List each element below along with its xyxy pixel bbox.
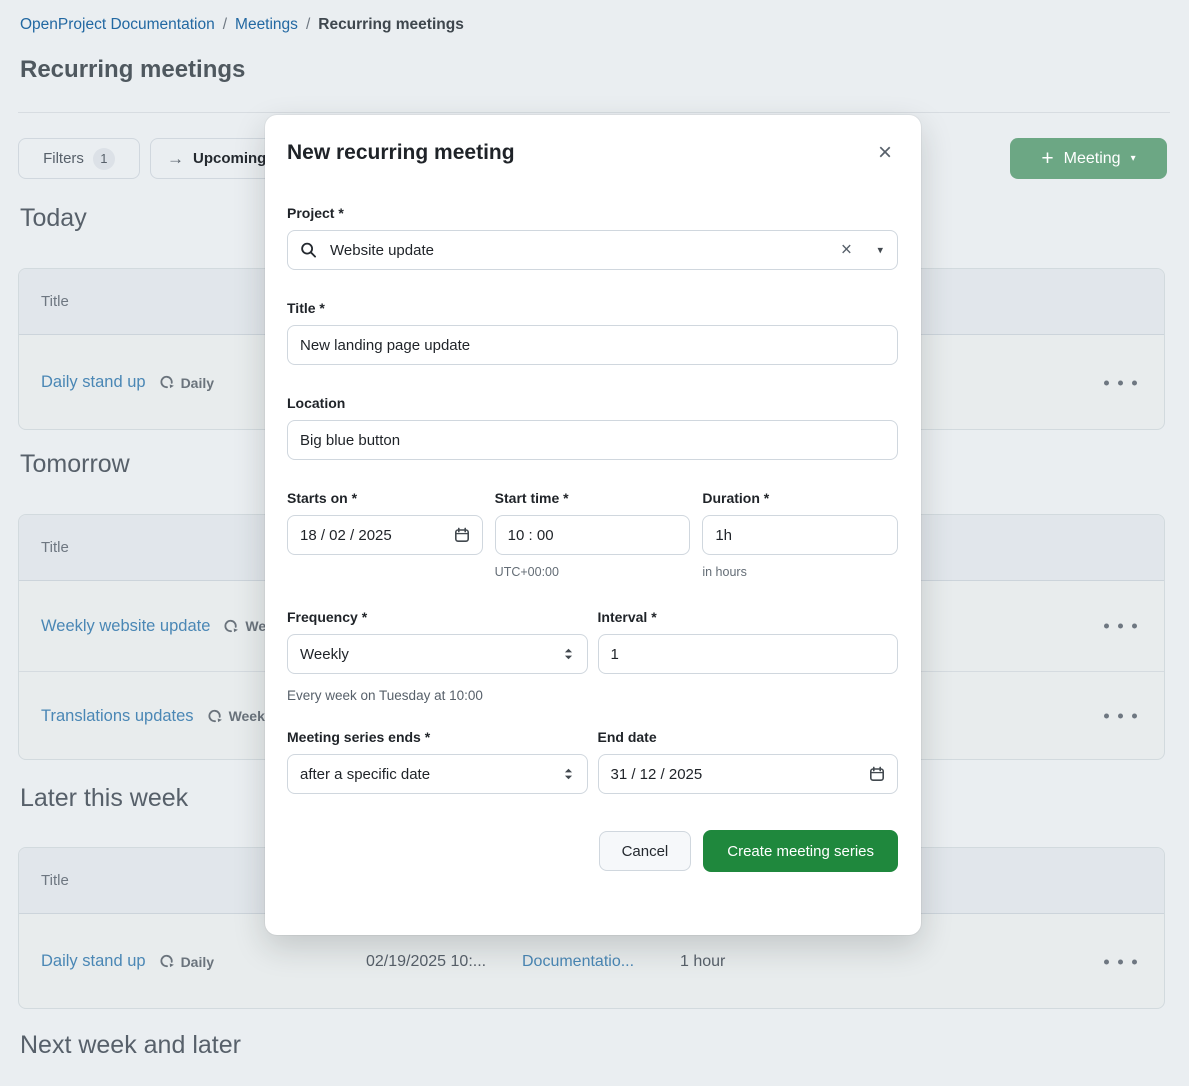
page-title: Recurring meetings [20, 56, 245, 84]
duration-label: Duration * [702, 490, 898, 506]
start-time-label: Start time * [495, 490, 691, 506]
series-ends-select[interactable]: after a specific date [287, 754, 588, 794]
recurring-icon [158, 374, 175, 391]
search-icon [300, 242, 317, 259]
frequency-select[interactable]: Weekly [287, 634, 588, 674]
start-time-value: 10 : 00 [508, 527, 554, 544]
calendar-icon[interactable] [869, 766, 885, 782]
meeting-link[interactable]: Weekly website update [41, 617, 210, 636]
section-heading-today: Today [20, 204, 87, 233]
starts-on-label: Starts on * [287, 490, 483, 506]
starts-on-value: 18 / 02 / 2025 [300, 527, 392, 544]
interval-label: Interval * [598, 609, 899, 625]
frequency-label: Frequency * [287, 609, 588, 625]
series-ends-label: Meeting series ends * [287, 729, 588, 745]
series-ends-value: after a specific date [300, 766, 430, 783]
section-heading-tomorrow: Tomorrow [20, 450, 130, 479]
breadcrumb-link-meetings[interactable]: Meetings [235, 16, 298, 34]
filters-button[interactable]: Filters 1 [18, 138, 140, 179]
meeting-link[interactable]: Translations updates [41, 707, 194, 726]
meeting-duration-cell: 1 hour [680, 953, 725, 971]
filters-button-label: Filters [43, 150, 84, 167]
arrow-right-icon: → [167, 149, 184, 169]
duration-caption: in hours [702, 565, 898, 579]
recurring-icon [206, 708, 223, 725]
select-unfold-icon [562, 767, 575, 781]
recurring-icon [158, 953, 175, 970]
meeting-link[interactable]: Daily stand up [41, 373, 146, 392]
add-meeting-label: Meeting [1064, 150, 1121, 168]
row-more-menu-button[interactable] [1102, 618, 1139, 635]
location-input[interactable] [287, 420, 898, 460]
recurrence-badge: Daily [158, 953, 214, 970]
meeting-project-link[interactable]: Documentatio... [522, 953, 634, 971]
clear-icon[interactable]: × [841, 241, 852, 260]
dropdown-caret-icon[interactable]: ▾ [877, 244, 883, 257]
select-unfold-icon [562, 647, 575, 661]
column-header-title: Title [41, 872, 69, 889]
title-divider [18, 112, 1170, 113]
breadcrumb: OpenProject Documentation / Meetings / R… [20, 16, 464, 34]
location-label: Location [287, 395, 898, 411]
column-header-title: Title [41, 293, 69, 310]
calendar-icon[interactable] [454, 527, 470, 543]
recurrence-summary: Every week on Tuesday at 10:00 [287, 688, 898, 703]
row-more-menu-button[interactable] [1102, 374, 1139, 391]
modal-title: New recurring meeting [287, 141, 515, 165]
end-date-value: 31 / 12 / 2025 [611, 766, 703, 783]
breadcrumb-separator: / [306, 16, 310, 34]
breadcrumb-current: Recurring meetings [318, 16, 464, 34]
cancel-button[interactable]: Cancel [599, 831, 692, 871]
recurrence-label: Daily [181, 375, 214, 391]
recurring-icon [222, 618, 239, 635]
end-date-field[interactable]: 31 / 12 / 2025 [598, 754, 899, 794]
meeting-link[interactable]: Daily stand up [41, 952, 146, 971]
column-header-title: Title [41, 539, 69, 556]
timezone-caption: UTC+00:00 [495, 565, 691, 579]
meeting-start-time-cell: 02/19/2025 10:... [366, 953, 486, 971]
section-heading-next-week: Next week and later [20, 1031, 241, 1060]
breadcrumb-link-project[interactable]: OpenProject Documentation [20, 16, 215, 34]
frequency-value: Weekly [300, 646, 349, 663]
section-heading-later-this-week: Later this week [20, 784, 188, 813]
add-meeting-button[interactable]: + Meeting ▾ [1010, 138, 1167, 179]
upcoming-filter-label: Upcoming [193, 150, 266, 167]
new-recurring-meeting-modal: New recurring meeting × Project * × ▾ Ti… [265, 115, 921, 935]
end-date-label: End date [598, 729, 899, 745]
row-more-menu-button[interactable] [1102, 708, 1139, 725]
plus-icon: + [1041, 148, 1053, 169]
breadcrumb-separator: / [223, 16, 227, 34]
recurrence-badge: Daily [158, 374, 214, 391]
chevron-down-icon: ▾ [1131, 153, 1136, 164]
recurrence-label: Daily [181, 954, 214, 970]
close-icon[interactable]: × [872, 141, 898, 165]
project-label: Project * [287, 205, 898, 221]
start-time-field[interactable]: 10 : 00 [495, 515, 691, 555]
starts-on-date-field[interactable]: 18 / 02 / 2025 [287, 515, 483, 555]
title-label: Title * [287, 300, 898, 316]
filters-count-badge: 1 [93, 148, 115, 170]
title-input[interactable] [287, 325, 898, 365]
duration-input[interactable] [702, 515, 898, 555]
project-input[interactable] [287, 230, 898, 270]
create-meeting-series-button[interactable]: Create meeting series [703, 830, 898, 872]
interval-input[interactable] [598, 634, 899, 674]
row-more-menu-button[interactable] [1102, 953, 1139, 970]
